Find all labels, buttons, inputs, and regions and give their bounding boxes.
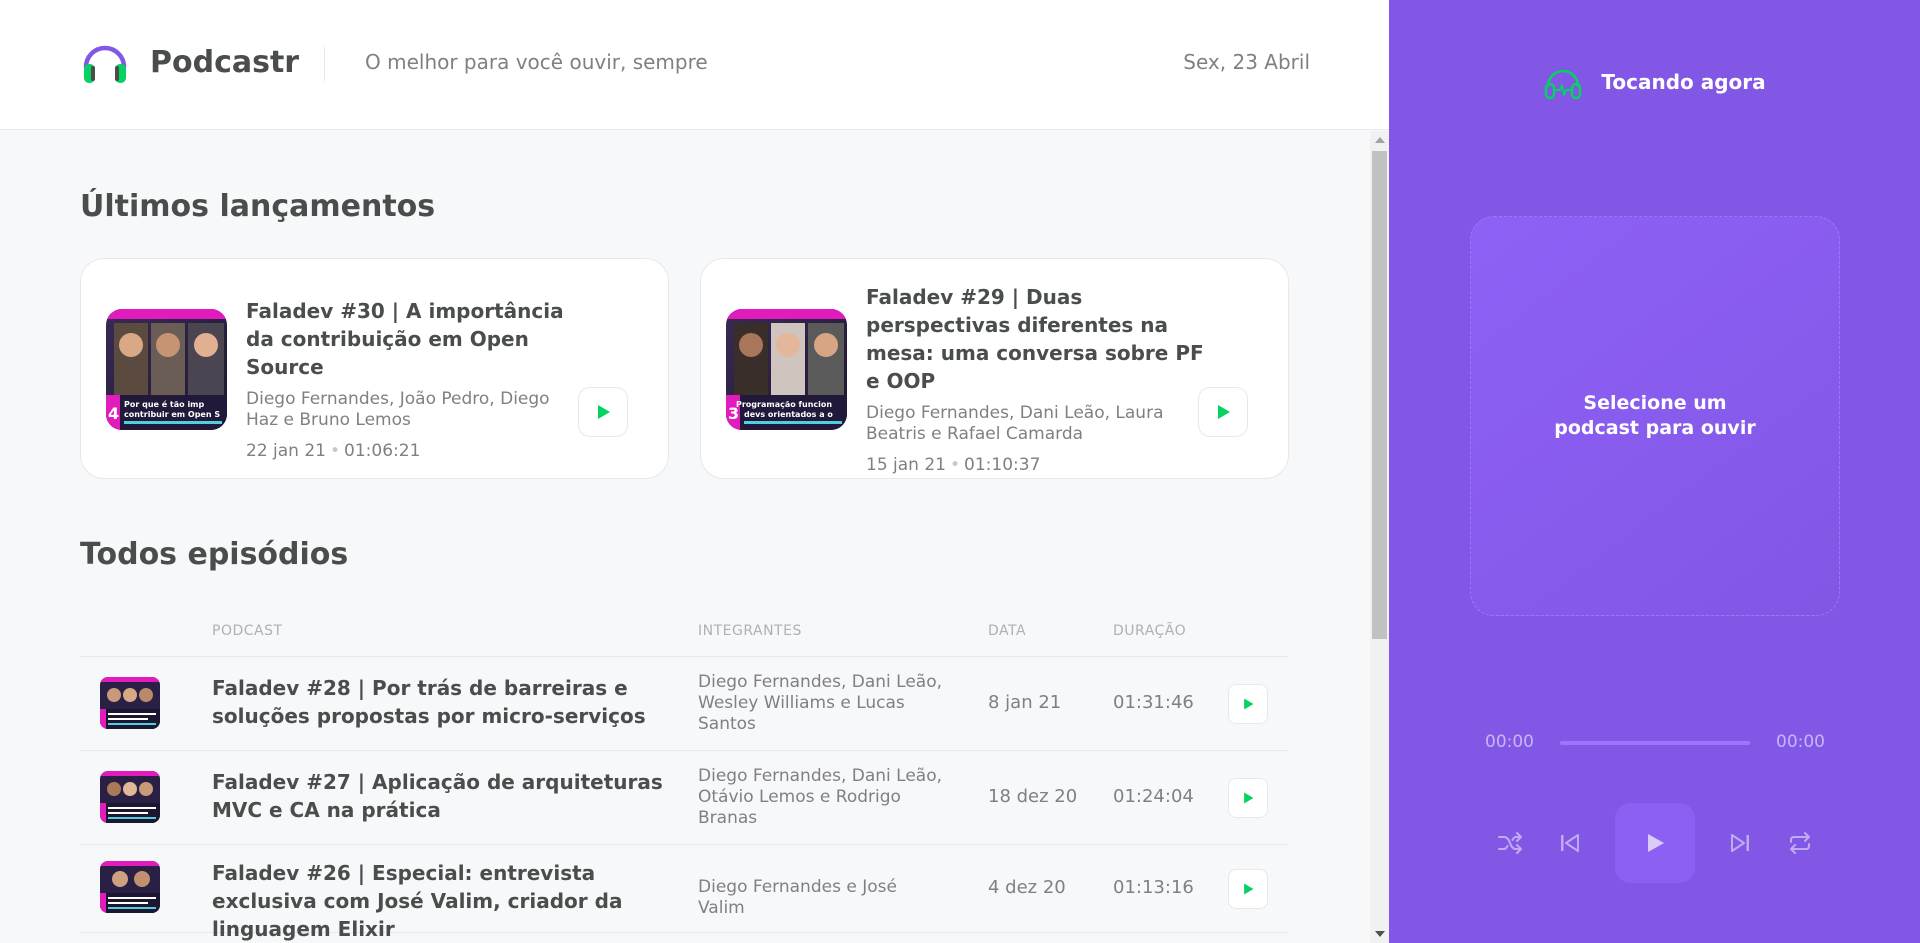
table-row[interactable]: Faladev #28 | Por trás de barreiras e so… bbox=[80, 657, 1289, 751]
episode-duration: 01:10:37 bbox=[964, 455, 1041, 475]
episode-duration: 01:06:21 bbox=[344, 441, 421, 461]
episode-thumbnail[interactable] bbox=[100, 771, 160, 823]
repeat-icon bbox=[1790, 832, 1810, 854]
empty-player: Selecione um podcast para ouvir bbox=[1470, 216, 1840, 616]
next-icon bbox=[1731, 834, 1749, 852]
player-panel: Tocando agora Selecione um podcast para … bbox=[1389, 0, 1920, 943]
latest-heading: Últimos lançamentos bbox=[80, 189, 436, 224]
svg-text:Por que é tão imp: Por que é tão imp bbox=[124, 399, 205, 409]
episode-thumbnail[interactable]: 3 Programação funcion devs orientados a … bbox=[726, 309, 847, 430]
play-icon bbox=[1244, 792, 1254, 804]
svg-text:Programação funcion: Programação funcion bbox=[736, 400, 832, 409]
episode-date: 8 jan 21 bbox=[988, 692, 1062, 713]
previous-icon bbox=[1561, 834, 1579, 852]
table-row[interactable]: Faladev #26 | Especial: entrevista exclu… bbox=[80, 845, 1289, 941]
play-episode-button[interactable] bbox=[578, 387, 628, 437]
column-header-duration: DURAÇÃO bbox=[1113, 623, 1187, 639]
table-row[interactable]: Faladev #27 | Aplicação de arquiteturas … bbox=[80, 751, 1289, 845]
play-icon bbox=[1244, 883, 1254, 895]
scroll-down-arrow-icon[interactable] bbox=[1375, 931, 1385, 937]
episode-members: Diego Fernandes e José Valim bbox=[698, 877, 897, 918]
episode-thumbnail[interactable] bbox=[100, 677, 160, 729]
all-episodes-heading: Todos episódios bbox=[80, 537, 349, 572]
play-pause-button[interactable] bbox=[1615, 803, 1695, 883]
episode-info: Faladev #29 | Duas perspectivas diferent… bbox=[866, 283, 1206, 475]
empty-player-text: Selecione um podcast para ouvir bbox=[1554, 392, 1756, 439]
latest-episode-card[interactable]: 4 Por que é tão imp contribuir em Open S… bbox=[80, 258, 669, 479]
vertical-scrollbar[interactable] bbox=[1370, 131, 1389, 943]
main-area: Podcastr O melhor para você ouvir, sempr… bbox=[0, 0, 1389, 943]
episode-date: 4 dez 20 bbox=[988, 877, 1066, 898]
total-time: 00:00 bbox=[1776, 732, 1825, 752]
play-icon bbox=[598, 405, 610, 419]
scroll-up-arrow-icon[interactable] bbox=[1375, 137, 1385, 143]
episodes-table: PODCAST INTEGRANTES DATA DURAÇÃO Faladev… bbox=[80, 613, 1289, 941]
play-episode-button[interactable] bbox=[1198, 387, 1248, 437]
current-time: 00:00 bbox=[1485, 732, 1534, 752]
play-icon bbox=[1218, 405, 1230, 419]
episode-thumbnail[interactable] bbox=[100, 861, 160, 913]
episode-title[interactable]: Faladev #29 | Duas perspectivas diferent… bbox=[866, 283, 1206, 395]
episode-members: Diego Fernandes, João Pedro, Diego Haz e… bbox=[246, 389, 550, 430]
svg-text:devs orientados a o: devs orientados a o bbox=[744, 410, 833, 419]
now-playing-icon bbox=[1545, 69, 1582, 100]
episode-date: 18 dez 20 bbox=[988, 786, 1078, 807]
shuffle-button[interactable] bbox=[1495, 828, 1525, 858]
svg-text:contribuir em Open S: contribuir em Open S bbox=[124, 410, 220, 419]
episode-meta: 22 jan 21 • 01:06:21 bbox=[246, 441, 421, 461]
scrollbar-thumb[interactable] bbox=[1372, 151, 1387, 639]
app-header: Podcastr O melhor para você ouvir, sempr… bbox=[0, 0, 1389, 130]
tagline: O melhor para você ouvir, sempre bbox=[365, 50, 708, 74]
previous-button[interactable] bbox=[1555, 828, 1585, 858]
headphones-logo-icon bbox=[83, 45, 127, 83]
play-icon bbox=[1244, 698, 1254, 710]
episode-meta: 15 jan 21 • 01:10:37 bbox=[866, 455, 1041, 475]
content[interactable]: Últimos lançamentos 4 Por que é tão imp … bbox=[0, 131, 1370, 943]
episode-title[interactable]: Faladev #30 | A importância da contribui… bbox=[246, 297, 586, 381]
shuffle-icon bbox=[1498, 832, 1522, 854]
logo-text: Podcastr bbox=[150, 44, 300, 80]
progress-bar[interactable] bbox=[1560, 741, 1750, 745]
episode-title[interactable]: Faladev #26 | Especial: entrevista exclu… bbox=[212, 859, 682, 943]
play-icon bbox=[1648, 834, 1664, 852]
repeat-button[interactable] bbox=[1785, 828, 1815, 858]
episode-date: 22 jan 21 bbox=[246, 441, 326, 461]
play-episode-button[interactable] bbox=[1228, 869, 1268, 909]
player-header: Tocando agora bbox=[1389, 62, 1920, 102]
episode-duration: 01:31:46 bbox=[1113, 692, 1194, 713]
thumb-number: 4 bbox=[108, 404, 119, 423]
player-controls bbox=[1485, 803, 1825, 883]
episode-title[interactable]: Faladev #27 | Aplicação de arquiteturas … bbox=[212, 768, 682, 824]
episode-members: Diego Fernandes, Dani Leão, Otávio Lemos… bbox=[698, 766, 943, 828]
episode-thumbnail[interactable]: 4 Por que é tão imp contribuir em Open S bbox=[106, 309, 227, 430]
episode-date: 15 jan 21 bbox=[866, 455, 946, 475]
table-header: PODCAST INTEGRANTES DATA DURAÇÃO bbox=[80, 613, 1289, 657]
episode-duration: 01:13:16 bbox=[1113, 877, 1194, 898]
header-divider bbox=[324, 47, 325, 81]
episode-title[interactable]: Faladev #28 | Por trás de barreiras e so… bbox=[212, 674, 682, 730]
next-button[interactable] bbox=[1725, 828, 1755, 858]
episode-members: Diego Fernandes, Dani Leão, Laura Beatri… bbox=[866, 403, 1164, 444]
player-heading: Tocando agora bbox=[1601, 70, 1766, 94]
current-date: Sex, 23 Abril bbox=[1183, 50, 1310, 74]
player-progress: 00:00 00:00 bbox=[1485, 730, 1825, 754]
episode-info: Faladev #30 | A importância da contribui… bbox=[246, 297, 586, 461]
episode-members: Diego Fernandes, Dani Leão, Wesley Willi… bbox=[698, 672, 943, 734]
column-header-members: INTEGRANTES bbox=[698, 623, 802, 639]
column-header-date: DATA bbox=[988, 623, 1027, 639]
column-header-podcast: PODCAST bbox=[212, 623, 283, 639]
episode-duration: 01:24:04 bbox=[1113, 786, 1194, 807]
logo[interactable]: Podcastr bbox=[80, 37, 299, 87]
play-episode-button[interactable] bbox=[1228, 684, 1268, 724]
latest-episode-card[interactable]: 3 Programação funcion devs orientados a … bbox=[700, 258, 1289, 479]
play-episode-button[interactable] bbox=[1228, 778, 1268, 818]
